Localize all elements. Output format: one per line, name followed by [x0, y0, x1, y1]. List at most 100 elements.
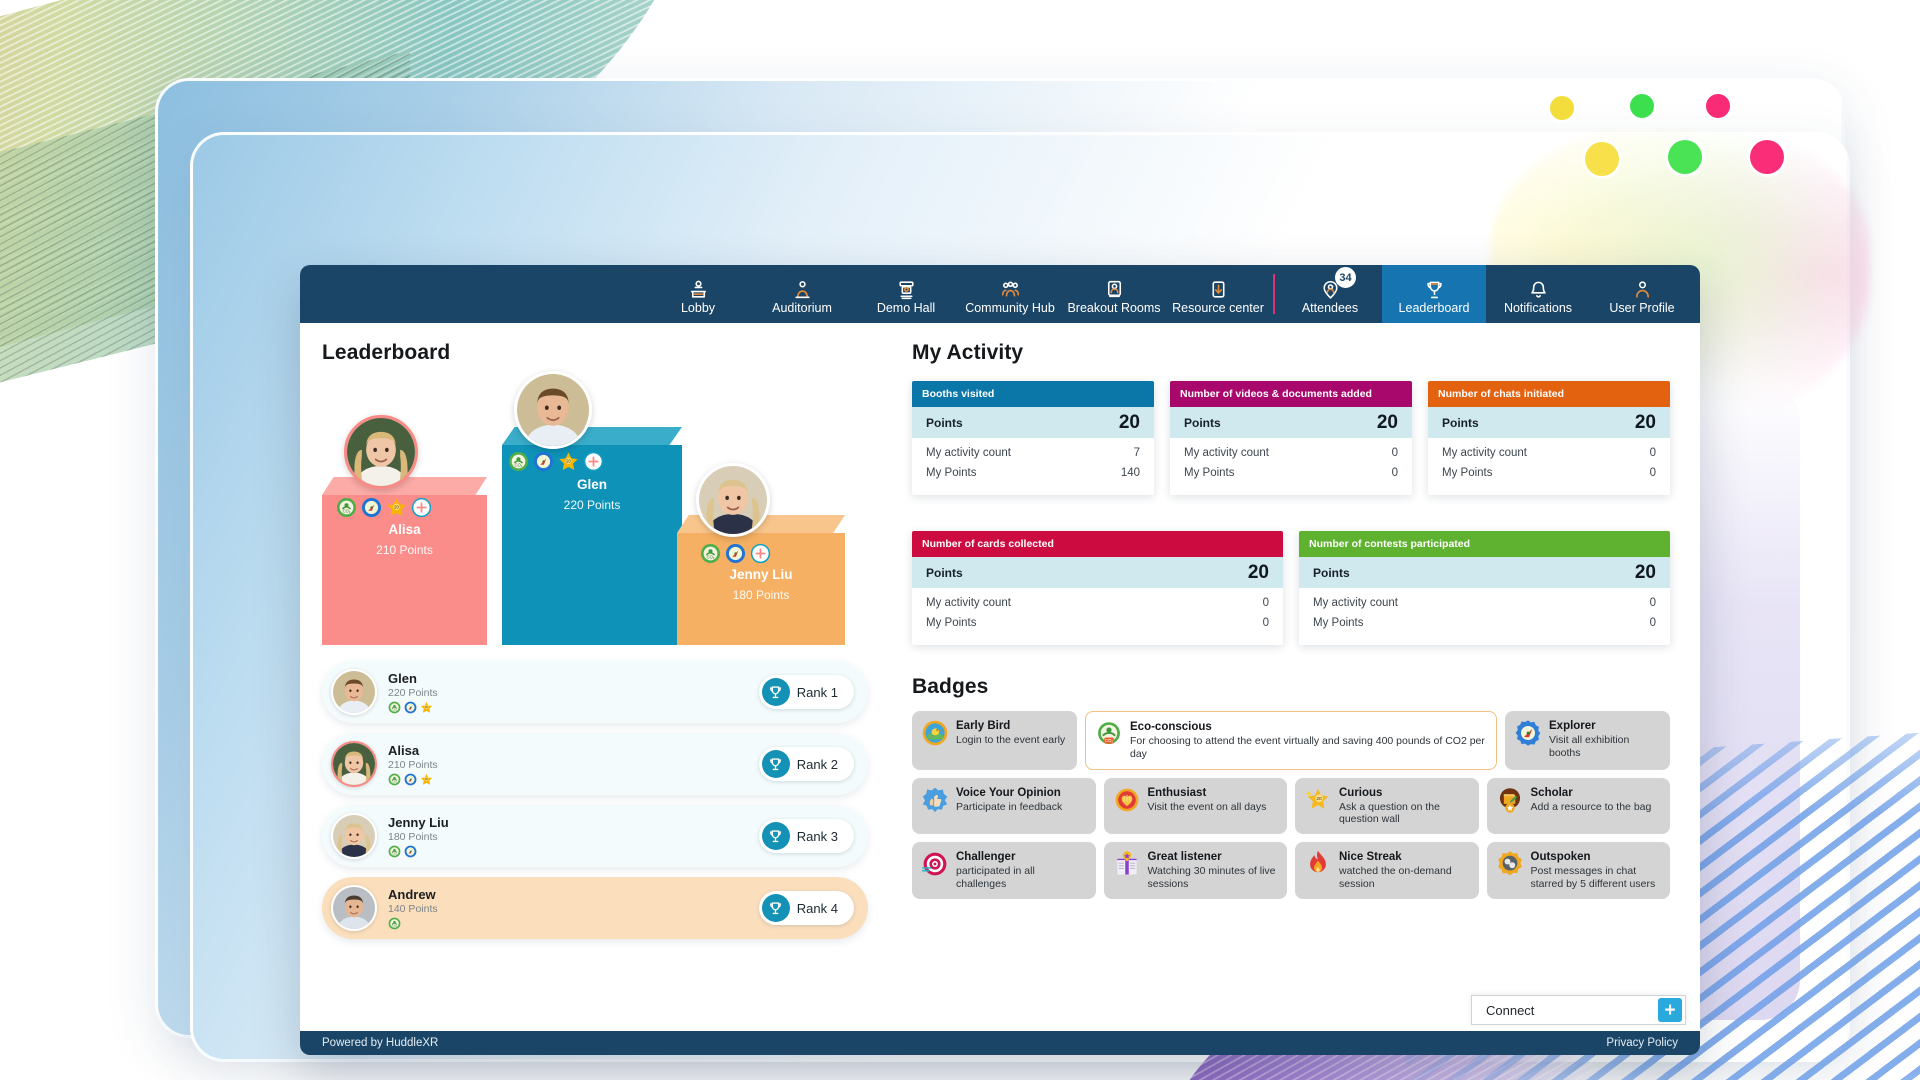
badge-card-challenger[interactable]: Challenger participated in all challenges: [912, 842, 1096, 899]
nav-item-label: Breakout Rooms: [1067, 301, 1161, 315]
podium-badge-row: CO₂ 20: [336, 497, 432, 518]
podium-avatar-glen[interactable]: [514, 371, 592, 449]
rank-pill[interactable]: Rank 1: [758, 675, 854, 709]
explorer-badge: [404, 845, 417, 858]
svg-text:CO₂: CO₂: [515, 463, 523, 468]
badge-card-enthusiast[interactable]: Enthusiast Visit the event on all days: [1103, 777, 1287, 835]
podium-points: 210 Points: [376, 543, 433, 557]
nav-item-attendees[interactable]: 34 Attendees: [1278, 265, 1382, 323]
badge-card-nice-streak[interactable]: Nice Streak watched the on-demand session: [1295, 842, 1479, 899]
my-points-label: My Points: [1184, 467, 1235, 479]
badge-card-early-bird[interactable]: Early Bird Login to the event early: [912, 711, 1077, 770]
activity-count-row: My activity count 0: [912, 588, 1283, 613]
add-connection-button[interactable]: +: [1658, 998, 1682, 1022]
points-label: Points: [1442, 415, 1479, 430]
rank-label: Rank 1: [796, 684, 838, 700]
nav-item-lobby[interactable]: Lobby: [646, 265, 750, 323]
badge-card-great-listener[interactable]: Great listener Watching 30 minutes of liv…: [1103, 842, 1287, 899]
nav-item-community-hub[interactable]: Community Hub: [958, 265, 1062, 323]
person-screen-icon: [1103, 277, 1126, 300]
my-activity-title: My Activity: [912, 341, 1024, 364]
points-value: 20: [1376, 411, 1398, 433]
rank-label: Rank 3: [796, 828, 838, 844]
app-footer: Powered by HuddleXR Privacy Policy: [300, 1031, 1700, 1055]
my-points-value: 140: [1120, 467, 1140, 479]
rank-badge-row: CO₂: [388, 845, 759, 858]
rank-pill[interactable]: Rank 3: [758, 819, 854, 853]
decorative-dot-3: [1706, 94, 1730, 118]
outspoken-badge-icon: [1496, 850, 1524, 883]
nav-item-label: Notifications: [1503, 301, 1573, 315]
badge-card-curious[interactable]: 20 Curious Ask a question on the question …: [1295, 777, 1479, 835]
activity-card-points-row: Points 20: [1428, 407, 1670, 438]
badge-card-explorer[interactable]: Explorer Visit all exhibition booths: [1505, 711, 1670, 770]
rank-list: Glen 220 Points CO₂ 20 Rank 1 Alisa 210 Points…: [322, 661, 868, 939]
voice-opinion-badge-icon: [921, 786, 949, 819]
activity-cards-row-1: Booths visited Points 20 My activity count 7…: [912, 381, 1670, 495]
rank-pill[interactable]: Rank 4: [758, 891, 854, 925]
leaderboard-app-window: Lobby Auditorium Demo Hall Community Hub Bre…: [300, 265, 1700, 1055]
rank-avatar: [331, 813, 377, 859]
activity-count-value: 0: [1649, 597, 1656, 609]
activity-count-value: 7: [1133, 447, 1140, 459]
rank-points: 180 Points: [388, 830, 438, 843]
activity-count-row: My activity count 7: [912, 438, 1154, 463]
badge-description: Participate in feedback: [956, 800, 1063, 813]
svg-text:20: 20: [394, 504, 399, 509]
activity-cards-row-2: Number of cards collected Points 20 My acti…: [912, 531, 1670, 645]
rank-pill[interactable]: Rank 2: [758, 747, 854, 781]
plus-badge: [583, 451, 604, 472]
rank-row-2[interactable]: Alisa 210 Points CO₂ 20 Rank 2: [322, 733, 868, 795]
badge-card-scholar[interactable]: Scholar Add a resource to the bag: [1486, 777, 1670, 835]
rank-info: Andrew 140 Points CO₂: [388, 887, 759, 930]
my-points-value: 0: [1649, 617, 1656, 629]
decorative-dot-4: [1585, 142, 1619, 176]
svg-text:CO₂: CO₂: [707, 555, 715, 560]
badges-title: Badges: [912, 675, 989, 698]
decorative-dot-2: [1630, 94, 1654, 118]
curious-badge-icon: 20: [1304, 786, 1332, 819]
enthusiast-badge-icon: [1113, 786, 1141, 819]
eco-badge: CO₂: [388, 845, 401, 858]
connect-bar[interactable]: Connect +: [1471, 995, 1686, 1025]
badge-card-eco-conscious[interactable]: CO₂ Eco-conscious For choosing to attend t…: [1085, 711, 1497, 770]
activity-card-4: Number of cards collected Points 20 My acti…: [912, 531, 1283, 645]
activity-count-label: My activity count: [1184, 447, 1269, 459]
rank-row-1[interactable]: Glen 220 Points CO₂ 20 Rank 1: [322, 661, 868, 723]
my-points-row: My Points 0: [1299, 613, 1670, 633]
activity-count-value: 0: [1262, 597, 1269, 609]
activity-card-points-row: Points 20: [1170, 407, 1412, 438]
badge-description: For choosing to attend the event virtual…: [1130, 735, 1485, 760]
svg-text:20: 20: [566, 458, 571, 463]
rank-avatar: [331, 741, 377, 787]
privacy-policy-link[interactable]: Privacy Policy: [1606, 1037, 1678, 1049]
my-points-row: My Points 0: [1428, 463, 1670, 483]
badge-card-outspoken[interactable]: Outspoken Post messages in chat starred b…: [1486, 842, 1670, 899]
badge-name: Voice Your Opinion: [956, 786, 1061, 799]
plus-badge: [750, 543, 771, 564]
eco-badge: CO₂: [700, 543, 721, 564]
points-value: 20: [1634, 561, 1656, 583]
rank-row-4[interactable]: Andrew 140 Points CO₂ Rank 4: [322, 877, 868, 939]
podium-avatar-alisa[interactable]: [344, 415, 418, 489]
badge-text: Outspoken Post messages in chat starred b…: [1531, 850, 1662, 891]
nav-item-user-profile[interactable]: User Profile: [1590, 265, 1694, 323]
nav-item-demo-hall[interactable]: Demo Hall: [854, 265, 958, 323]
star-badge: 20: [420, 773, 433, 786]
nav-item-notifications[interactable]: Notifications: [1486, 265, 1590, 323]
rank-row-3[interactable]: Jenny Liu 180 Points CO₂ Rank 3: [322, 805, 868, 867]
badge-description: Visit all exhibition booths: [1549, 734, 1630, 759]
activity-card-header: Booths visited: [912, 381, 1154, 407]
podium-name: Jenny Liu: [729, 567, 793, 582]
nav-item-leaderboard[interactable]: Leaderboard: [1382, 265, 1486, 323]
nav-item-breakout-rooms[interactable]: Breakout Rooms: [1062, 265, 1166, 323]
explorer-badge: [404, 701, 417, 714]
nav-item-resource-center[interactable]: Resource center: [1166, 265, 1270, 323]
nav-item-auditorium[interactable]: Auditorium: [750, 265, 854, 323]
podium-avatar-jenny-liu[interactable]: [696, 463, 770, 537]
badge-card-voice-your-opinion[interactable]: Voice Your Opinion Participate in feedbac…: [912, 777, 1096, 835]
connect-label: Connect: [1486, 1002, 1535, 1018]
rank-avatar: [331, 885, 377, 931]
activity-card-points-row: Points 20: [912, 557, 1283, 588]
star-badge: 20: [558, 451, 579, 472]
